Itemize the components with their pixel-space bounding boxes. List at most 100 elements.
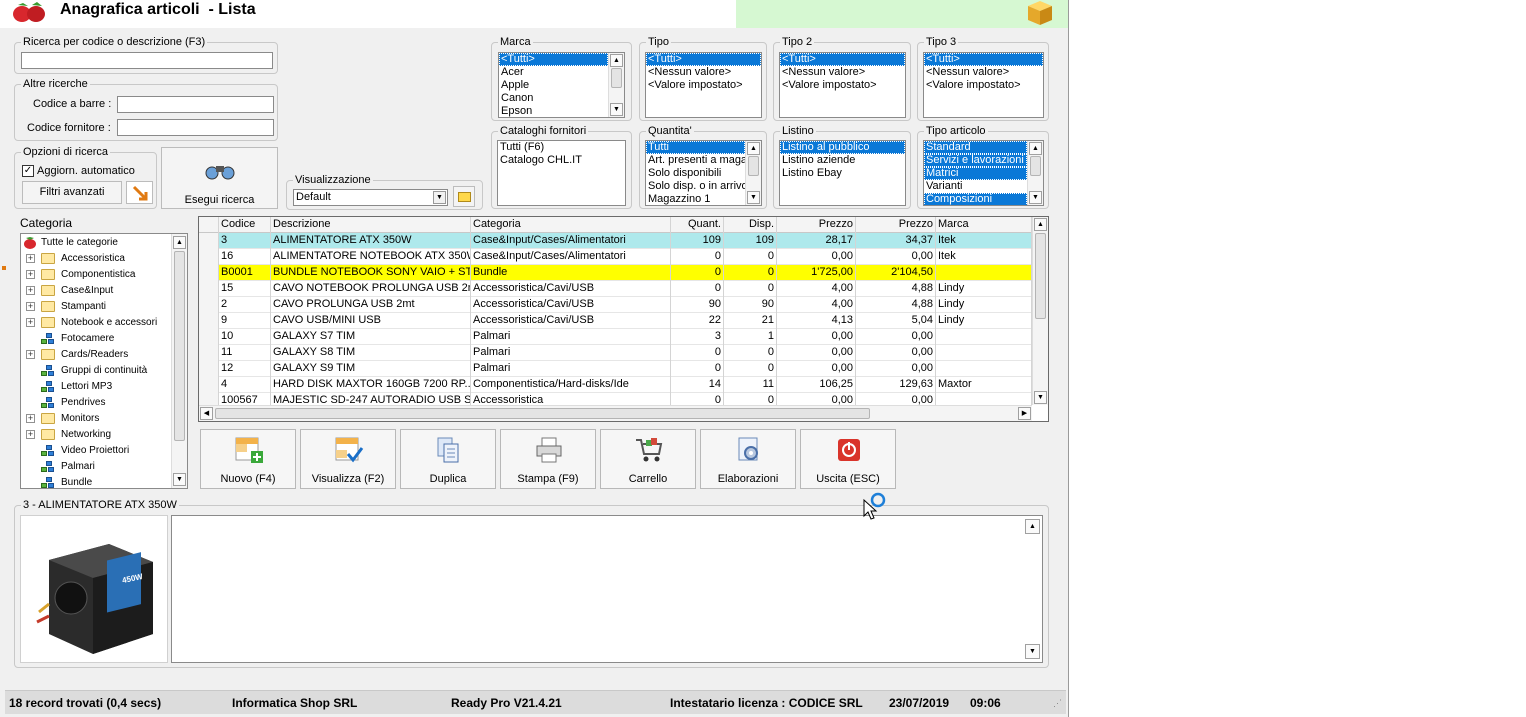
- scroll-down-icon[interactable]: ▼: [1025, 644, 1040, 659]
- list-item[interactable]: Canon: [499, 92, 608, 105]
- auto-update-checkbox[interactable]: ✓: [22, 165, 34, 177]
- list-item[interactable]: Composizioni: [924, 193, 1027, 205]
- table-cell[interactable]: 0: [671, 361, 724, 377]
- tree-item[interactable]: Stampanti: [61, 299, 106, 315]
- table-cell[interactable]: 10: [219, 329, 271, 345]
- tipo3-list[interactable]: <Tutti> <Nessun valore> <Valore impostato>: [923, 52, 1044, 118]
- tree-item[interactable]: Fotocamere: [61, 331, 114, 347]
- cataloghi-list[interactable]: Tutti (F6) Catalogo CHL.IT: [497, 140, 626, 206]
- list-item[interactable]: <Valore impostato>: [646, 79, 761, 92]
- listino-list[interactable]: Listino al pubblico Listino aziende Listin…: [779, 140, 906, 206]
- list-item[interactable]: Magazzino 1: [646, 193, 745, 205]
- scroll-down-icon[interactable]: ▼: [173, 473, 186, 486]
- table-cell[interactable]: 0: [724, 361, 777, 377]
- column-header[interactable]: Codice: [219, 217, 271, 233]
- scroll-down-icon[interactable]: ▼: [610, 103, 623, 116]
- table-cell[interactable]: Bundle: [471, 265, 671, 281]
- table-cell[interactable]: 34,37: [856, 233, 936, 249]
- scroll-thumb[interactable]: [1035, 233, 1046, 319]
- table-cell[interactable]: 0,00: [856, 329, 936, 345]
- table-cell[interactable]: 2: [219, 297, 271, 313]
- supplier-code-input[interactable]: [117, 119, 274, 136]
- table-cell[interactable]: Accessoristica/Cavi/USB: [471, 281, 671, 297]
- list-item[interactable]: Solo disponibili: [646, 167, 745, 180]
- tree-item[interactable]: Gruppi di continuità: [61, 363, 147, 379]
- table-cell[interactable]: 16: [219, 249, 271, 265]
- list-item[interactable]: <Nessun valore>: [646, 66, 761, 79]
- table-h-scrollbar[interactable]: ◀ ▶: [199, 405, 1032, 421]
- table-cell[interactable]: HARD DISK MAXTOR 160GB 7200 RP...: [271, 377, 471, 393]
- scroll-up-icon[interactable]: ▲: [747, 142, 760, 155]
- table-cell[interactable]: 4,00: [777, 281, 856, 297]
- tree-item[interactable]: Video Proiettori: [61, 443, 129, 459]
- table-cell[interactable]: GALAXY S8 TIM: [271, 345, 471, 361]
- list-scrollbar[interactable]: ▲ ▼: [1027, 141, 1043, 205]
- table-cell[interactable]: 12: [219, 361, 271, 377]
- table-cell[interactable]: 90: [671, 297, 724, 313]
- table-cell[interactable]: Lindy: [936, 313, 1032, 329]
- table-cell[interactable]: Maxtor: [936, 377, 1032, 393]
- table-cell[interactable]: 0,00: [856, 249, 936, 265]
- table-cell[interactable]: 0: [671, 345, 724, 361]
- list-item[interactable]: Varianti: [924, 180, 1027, 193]
- table-cell[interactable]: 1'725,00: [777, 265, 856, 281]
- list-item[interactable]: Acer: [499, 66, 608, 79]
- scroll-thumb[interactable]: [1030, 156, 1041, 176]
- category-tree[interactable]: Tutte le categorie ▲ ▼ + Accessoristica + C…: [20, 233, 188, 489]
- table-cell[interactable]: 0: [724, 281, 777, 297]
- column-header[interactable]: Prezzo: [777, 217, 856, 233]
- list-item[interactable]: Servizi e lavorazioni: [924, 154, 1027, 167]
- table-cell[interactable]: [936, 361, 1032, 377]
- table-cell[interactable]: Itek: [936, 233, 1032, 249]
- table-cell[interactable]: Palmari: [471, 329, 671, 345]
- table-row[interactable]: 3 ALIMENTATORE ATX 350W Case&Input/Cases/A…: [199, 233, 1032, 249]
- table-cell[interactable]: GALAXY S7 TIM: [271, 329, 471, 345]
- tipo-articolo-list[interactable]: Standard Servizi e lavorazioni Matrici Vari…: [923, 140, 1044, 206]
- tree-expand-icon[interactable]: +: [26, 302, 35, 311]
- table-cell[interactable]: ALIMENTATORE NOTEBOOK ATX 350W: [271, 249, 471, 265]
- list-scrollbar[interactable]: ▲ ▼: [608, 53, 624, 117]
- table-cell[interactable]: 0,00: [856, 361, 936, 377]
- column-header[interactable]: Categoria: [471, 217, 671, 233]
- table-cell[interactable]: 0,00: [777, 345, 856, 361]
- table-row[interactable]: 10 GALAXY S7 TIM Palmari 3 1 0,00 0,00: [199, 329, 1032, 345]
- table-row[interactable]: 12 GALAXY S9 TIM Palmari 0 0 0,00 0,00: [199, 361, 1032, 377]
- list-item[interactable]: Apple: [499, 79, 608, 92]
- list-item[interactable]: Matrici: [924, 167, 1027, 180]
- scroll-down-icon[interactable]: ▼: [1029, 191, 1042, 204]
- table-cell[interactable]: 4: [219, 377, 271, 393]
- open-folder-button[interactable]: [453, 186, 475, 207]
- table-cell[interactable]: 0,00: [777, 329, 856, 345]
- column-header[interactable]: Descrizione: [271, 217, 471, 233]
- table-cell[interactable]: 4,88: [856, 281, 936, 297]
- table-cell[interactable]: CAVO PROLUNGA USB 2mt: [271, 297, 471, 313]
- table-row[interactable]: 4 HARD DISK MAXTOR 160GB 7200 RP... Compon…: [199, 377, 1032, 393]
- tree-item[interactable]: Pendrives: [61, 395, 105, 411]
- table-cell[interactable]: CAVO NOTEBOOK PROLUNGA USB 2mt: [271, 281, 471, 297]
- view-select[interactable]: Default ▼: [293, 189, 448, 206]
- advanced-filters-button[interactable]: Filtri avanzati: [22, 181, 122, 204]
- table-cell[interactable]: 2'104,50: [856, 265, 936, 281]
- list-scrollbar[interactable]: ▲ ▼: [745, 141, 761, 205]
- view-button[interactable]: Visualizza (F2): [300, 429, 396, 489]
- scroll-down-icon[interactable]: ▼: [747, 191, 760, 204]
- tree-item[interactable]: Palmari: [61, 459, 95, 475]
- tipo-list[interactable]: <Tutti> <Nessun valore> <Valore impostato>: [645, 52, 762, 118]
- tree-item[interactable]: Notebook e accessori: [61, 315, 157, 331]
- resize-grip-icon[interactable]: ⋰: [1053, 698, 1062, 709]
- table-cell[interactable]: 5,04: [856, 313, 936, 329]
- table-cell[interactable]: Componentistica/Hard-disks/Ide: [471, 377, 671, 393]
- tree-item[interactable]: Cards/Readers: [61, 347, 128, 363]
- table-row[interactable]: 2 CAVO PROLUNGA USB 2mt Accessoristica/Cav…: [199, 297, 1032, 313]
- table-cell[interactable]: [936, 329, 1032, 345]
- table-v-scrollbar[interactable]: ▲ ▼: [1032, 217, 1048, 405]
- list-item[interactable]: <Nessun valore>: [924, 66, 1043, 79]
- table-cell[interactable]: 0: [724, 345, 777, 361]
- tree-item[interactable]: Bundle: [61, 475, 92, 488]
- table-row[interactable]: B0001 BUNDLE NOTEBOOK SONY VAIO + ST... Bu…: [199, 265, 1032, 281]
- column-header[interactable]: Disp.: [724, 217, 777, 233]
- table-cell[interactable]: 0: [724, 265, 777, 281]
- tree-expand-icon[interactable]: +: [26, 318, 35, 327]
- table-cell[interactable]: B0001: [219, 265, 271, 281]
- list-item[interactable]: <Tutti>: [924, 53, 1043, 66]
